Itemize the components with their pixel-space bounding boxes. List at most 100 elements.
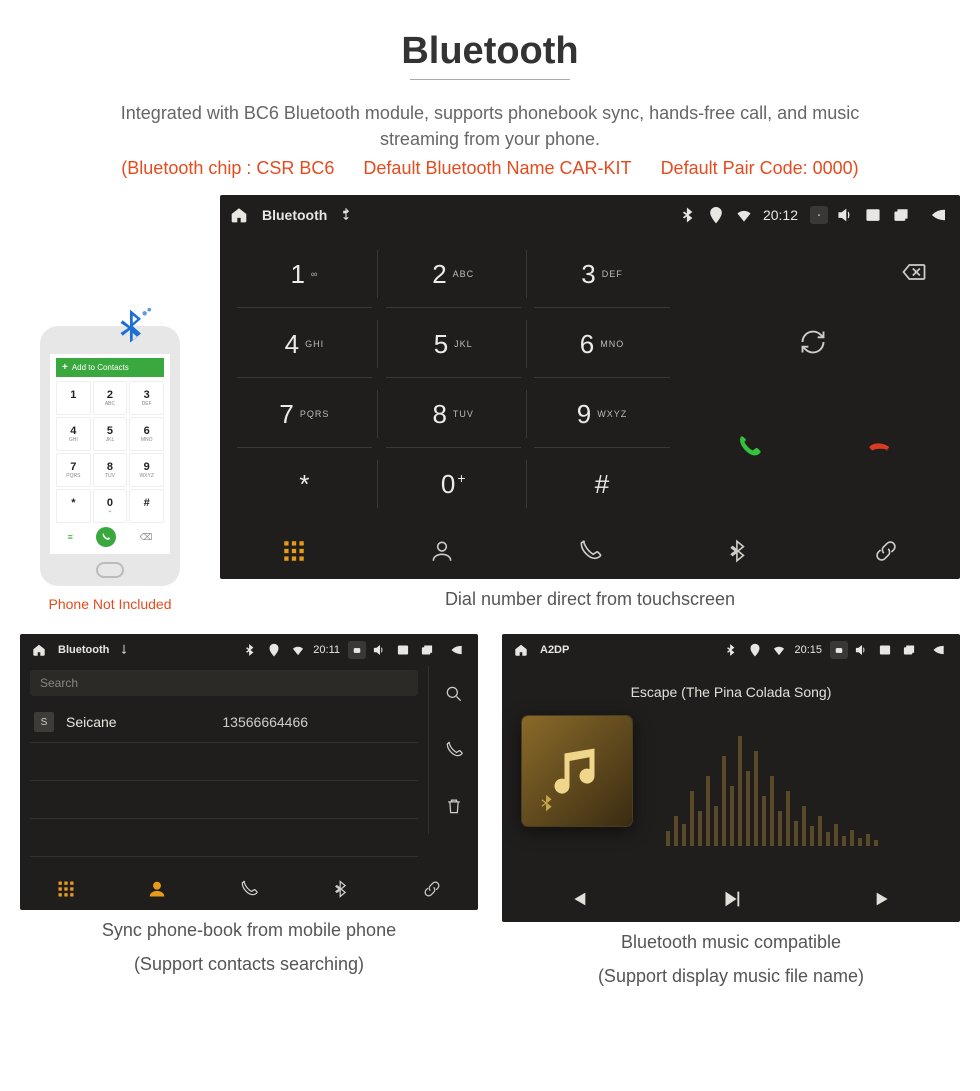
recent-apps-icon[interactable] <box>892 206 910 224</box>
dialer-key-2[interactable]: 2ABC <box>379 239 528 309</box>
usb-icon <box>115 641 133 659</box>
location-icon <box>265 641 283 659</box>
pb-status-time: 20:11 <box>313 644 340 656</box>
status-time: 20:12 <box>763 207 798 223</box>
phone-key-8: 8TUV <box>93 453 128 487</box>
tab-call-log[interactable] <box>203 879 295 899</box>
close-icon[interactable] <box>394 641 412 659</box>
tab-dialpad[interactable] <box>220 538 368 564</box>
volume-icon[interactable] <box>836 206 854 224</box>
bluetooth-status-icon <box>722 641 740 659</box>
home-icon[interactable] <box>230 206 248 224</box>
close-icon[interactable] <box>864 206 882 224</box>
redial-button[interactable] <box>799 328 827 361</box>
phone-key-3: 3DEF <box>129 381 164 415</box>
back-icon[interactable] <box>930 206 948 224</box>
phone-header-bar: Add to Contacts <box>56 358 164 377</box>
screenshot-icon[interactable] <box>348 641 366 659</box>
dialer-key-*[interactable]: * <box>230 449 379 519</box>
volume-icon[interactable] <box>852 641 870 659</box>
phone-disclaimer: Phone Not Included <box>20 596 200 612</box>
wifi-icon <box>289 641 307 659</box>
tab-contacts[interactable] <box>368 538 516 564</box>
dialer-key-3[interactable]: 3DEF <box>528 239 677 309</box>
phone-key-#: # <box>129 489 164 523</box>
contact-initial: S <box>34 712 54 732</box>
recent-apps-icon[interactable] <box>900 641 918 659</box>
dialer-caption: Dial number direct from touchscreen <box>220 587 960 612</box>
dialer-key-1[interactable]: 1∞ <box>230 239 379 309</box>
tab-dialpad[interactable] <box>20 879 112 899</box>
phone-key-6: 6MNO <box>129 417 164 451</box>
back-icon[interactable] <box>930 641 948 659</box>
search-input[interactable]: Search <box>30 670 418 696</box>
close-icon[interactable] <box>876 641 894 659</box>
backspace-button[interactable] <box>900 258 928 291</box>
dialer-key-4[interactable]: 4GHI <box>230 309 379 379</box>
phonebook-device: Bluetooth 20:11 Search <box>20 634 478 910</box>
phone-key-*: * <box>56 489 91 523</box>
dialer-key-#[interactable]: # <box>528 449 677 519</box>
tab-bluetooth[interactable] <box>664 538 812 564</box>
phone-key-4: 4GHI <box>56 417 91 451</box>
play-pause-button[interactable] <box>655 888 808 910</box>
location-icon <box>746 641 764 659</box>
screenshot-icon[interactable] <box>810 206 828 224</box>
music-caption-1: Bluetooth music compatible <box>502 930 960 955</box>
phone-key-5: 5JKL <box>93 417 128 451</box>
music-status-time: 20:15 <box>794 644 822 656</box>
wifi-icon <box>770 641 788 659</box>
back-icon[interactable] <box>448 641 466 659</box>
dialer-key-0[interactable]: 0+ <box>379 449 528 519</box>
call-contact-button[interactable] <box>429 722 478 778</box>
bluetooth-status-icon <box>241 641 259 659</box>
delete-contact-button[interactable] <box>429 778 478 834</box>
contact-row[interactable]: S Seicane 13566664466 <box>30 702 418 743</box>
search-button[interactable] <box>429 666 478 722</box>
usb-icon <box>337 206 355 224</box>
spec-name: Default Bluetooth Name CAR-KIT <box>363 158 631 178</box>
dialer-key-8[interactable]: 8TUV <box>379 379 528 449</box>
call-hangup-button[interactable] <box>864 433 892 466</box>
bluetooth-overlay-icon <box>536 792 558 814</box>
dialer-key-9[interactable]: 9WXYZ <box>528 379 677 449</box>
music-app-title: A2DP <box>540 644 569 656</box>
equalizer-visual <box>666 716 936 846</box>
prev-track-button[interactable] <box>502 888 655 910</box>
dialer-key-6[interactable]: 6MNO <box>528 309 677 379</box>
contact-list[interactable]: S Seicane 13566664466 <box>20 700 428 868</box>
dialer-device: Bluetooth 20:12 1∞2ABC3DEF 4GHI5JKL6MNO 7P… <box>220 195 960 579</box>
music-status-bar: A2DP 20:15 <box>502 634 960 666</box>
screenshot-icon[interactable] <box>830 641 848 659</box>
status-bar: Bluetooth 20:12 <box>220 195 960 235</box>
contact-name: Seicane <box>66 714 210 730</box>
call-answer-button[interactable] <box>735 433 763 466</box>
tab-contacts[interactable] <box>112 879 204 899</box>
home-icon[interactable] <box>30 641 48 659</box>
tab-pair[interactable] <box>812 538 960 564</box>
album-art <box>522 716 632 826</box>
recent-apps-icon[interactable] <box>418 641 436 659</box>
phone-key-0: 0+ <box>93 489 128 523</box>
dialer-tabbar <box>220 523 960 579</box>
phone-key-9: 9WXYZ <box>129 453 164 487</box>
tab-pair[interactable] <box>386 879 478 899</box>
dialer-key-5[interactable]: 5JKL <box>379 309 528 379</box>
phonebook-caption-1: Sync phone-book from mobile phone <box>20 918 478 943</box>
dialer-key-7[interactable]: 7PQRS <box>230 379 379 449</box>
tab-call-log[interactable] <box>516 538 664 564</box>
contact-number: 13566664466 <box>222 714 308 730</box>
home-icon[interactable] <box>512 641 530 659</box>
spec-chip: (Bluetooth chip : CSR BC6 <box>121 158 334 178</box>
volume-icon[interactable] <box>370 641 388 659</box>
tab-bluetooth[interactable] <box>295 879 387 899</box>
next-track-button[interactable] <box>807 888 960 910</box>
music-device: A2DP 20:15 Escape (The Pina Colada Song) <box>502 634 960 922</box>
phone-key-7: 7PQRS <box>56 453 91 487</box>
phone-key-2: 2ABC <box>93 381 128 415</box>
phone-mockup: Add to Contacts 12ABC3DEF4GHI5JKL6MNO7PQ… <box>40 326 180 586</box>
app-title: Bluetooth <box>262 207 327 223</box>
redial-row <box>676 309 950 379</box>
bluetooth-logo-icon <box>108 306 152 355</box>
title-rule <box>410 79 570 80</box>
